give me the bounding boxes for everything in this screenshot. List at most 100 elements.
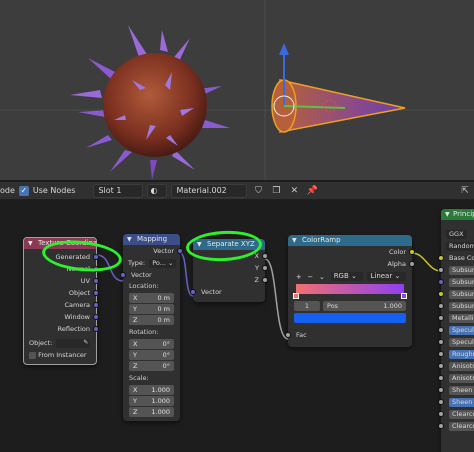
mapping-type-dropdown[interactable]: Po... ⌄ xyxy=(149,259,177,268)
collapse-chevron-icon[interactable]: ▼ xyxy=(292,235,297,246)
principled-node-title[interactable]: ▼ Principl xyxy=(441,209,474,220)
socket-input[interactable] xyxy=(438,279,444,285)
collapse-chevron-icon[interactable]: ▼ xyxy=(127,234,132,245)
unlink-icon[interactable]: ✕ xyxy=(287,184,301,198)
color-ramp-gradient[interactable] xyxy=(293,284,407,299)
object-picker-field[interactable]: ✎ xyxy=(56,337,91,349)
socket-x[interactable] xyxy=(262,253,268,259)
mapping-node-title[interactable]: ▼ Mapping xyxy=(123,234,180,245)
collapse-chevron-icon[interactable]: ▼ xyxy=(28,238,33,249)
eyedropper-icon[interactable]: ✎ xyxy=(83,337,88,349)
socket-input[interactable] xyxy=(438,363,444,369)
socket-input[interactable] xyxy=(438,387,444,393)
socket-window[interactable] xyxy=(93,314,99,320)
location-y-field[interactable]: Y 0 m xyxy=(129,304,174,314)
socket-base-color[interactable] xyxy=(438,255,444,261)
socket-mapping-out[interactable] xyxy=(177,248,183,254)
collapse-chevron-icon[interactable]: ▼ xyxy=(445,209,450,220)
socket-input[interactable] xyxy=(438,411,444,417)
in-label[interactable]: Specula xyxy=(449,338,474,347)
socket-input[interactable] xyxy=(438,399,444,405)
socket-input[interactable] xyxy=(438,327,444,333)
socket-mapping-in[interactable] xyxy=(120,272,126,278)
scale-y-field[interactable]: Y 1.000 xyxy=(129,396,174,406)
in-label[interactable]: Subsurfa xyxy=(449,302,474,311)
socket-z[interactable] xyxy=(262,277,268,283)
in-label[interactable]: Roughne xyxy=(449,350,474,359)
ramp-stop-0[interactable] xyxy=(293,293,299,299)
principled-in: Subsurfa xyxy=(438,276,474,288)
axis-value: 1.000 xyxy=(151,408,170,416)
socket-input[interactable] xyxy=(438,423,444,429)
in-label[interactable]: Sheen xyxy=(449,386,474,395)
in-label[interactable]: Clearcoa xyxy=(449,422,474,431)
socket-input[interactable] xyxy=(438,375,444,381)
axis-value: 0 m xyxy=(157,305,170,313)
in-label[interactable]: Metallic xyxy=(449,314,474,323)
duplicate-icon[interactable]: ❐ xyxy=(269,184,283,198)
location-z-field[interactable]: Z 0 m xyxy=(129,315,174,325)
rotation-z-field[interactable]: Z 0° xyxy=(129,361,174,371)
mapping-node[interactable]: ▼ Mapping Vector Type: Po... ⌄ Vector Lo… xyxy=(120,234,183,421)
in-label[interactable]: Subsurfa xyxy=(449,290,474,299)
socket-input[interactable] xyxy=(438,303,444,309)
stop-pos-field[interactable]: Pos 1.000 xyxy=(323,301,406,311)
in-label[interactable]: Subsurfa xyxy=(449,278,474,287)
stop-index-field[interactable]: 1 xyxy=(294,301,320,311)
rotation-y-field[interactable]: Y 0° xyxy=(129,350,174,360)
cone-object[interactable] xyxy=(271,43,406,133)
in-label[interactable]: Sheen Ti xyxy=(449,398,474,407)
rotation-x-field[interactable]: X 0° xyxy=(129,339,174,349)
socket-camera[interactable] xyxy=(93,302,99,308)
in-label[interactable]: Specula xyxy=(449,326,474,335)
from-instancer-checkbox[interactable] xyxy=(29,351,36,359)
principled-in: Specula xyxy=(438,324,474,336)
pin-icon[interactable]: 📌 xyxy=(305,184,319,198)
socket-uv[interactable] xyxy=(93,278,99,284)
socket-color[interactable] xyxy=(409,249,415,255)
color-mode-dropdown[interactable]: RGB ⌄ xyxy=(330,272,364,281)
ramp-menu-chevron-icon[interactable]: ⌄ xyxy=(317,273,327,281)
scale-x-field[interactable]: X 1.000 xyxy=(129,385,174,395)
socket-input[interactable] xyxy=(438,267,444,273)
in-label[interactable]: Anisotro xyxy=(449,374,474,383)
in-label[interactable]: Clearcoa xyxy=(449,410,474,419)
socket-alpha[interactable] xyxy=(409,261,415,267)
3d-viewport[interactable] xyxy=(0,0,474,180)
principled-bsdf-node[interactable]: ▼ Principl GGX Random Base Color Subsurf… xyxy=(438,209,474,452)
socket-input[interactable] xyxy=(438,339,444,345)
socket-reflection[interactable] xyxy=(93,326,99,332)
distribution-dropdown[interactable]: GGX xyxy=(441,228,474,240)
use-nodes-checkbox[interactable]: ✓ xyxy=(18,185,29,196)
socket-input[interactable] xyxy=(438,315,444,321)
remove-stop-icon[interactable]: − xyxy=(306,273,316,281)
colorramp-node[interactable]: ▼ ColorRamp Color Alpha + − ⌄ RGB ⌄ Line… xyxy=(285,235,415,347)
colorramp-node-title[interactable]: ▼ ColorRamp xyxy=(288,235,412,246)
scale-z-field[interactable]: Z 1.000 xyxy=(129,407,174,417)
node-editor-canvas[interactable]: ▼ Texture Coordinate Generated Normal UV… xyxy=(0,201,474,452)
material-browse-button[interactable]: ◐ xyxy=(147,183,168,198)
socket-y[interactable] xyxy=(262,265,268,271)
principled-in-basecolor: Base Color xyxy=(438,252,474,264)
in-label[interactable]: Anisotro xyxy=(449,362,474,371)
socket-separate-in[interactable] xyxy=(190,289,196,295)
socket-input[interactable] xyxy=(438,351,444,357)
stop-color-swatch[interactable] xyxy=(294,313,406,323)
ramp-stop-1[interactable] xyxy=(401,293,407,299)
interpolation-dropdown[interactable]: Linear ⌄ xyxy=(367,272,406,281)
subsurface-method-dropdown[interactable]: Random xyxy=(441,240,474,252)
viewport-scene xyxy=(0,0,474,180)
location-x-field[interactable]: X 0 m xyxy=(129,293,174,303)
add-stop-icon[interactable]: + xyxy=(294,273,304,281)
socket-fac[interactable] xyxy=(285,332,291,338)
socket-input[interactable] xyxy=(438,291,444,297)
fake-user-shield-icon[interactable]: ⛉ xyxy=(251,184,265,198)
socket-object[interactable] xyxy=(93,290,99,296)
from-instancer-row[interactable]: From Instancer xyxy=(24,349,96,361)
header-right-icon[interactable]: ⇱ xyxy=(458,184,472,198)
material-name-field[interactable]: Material.002 xyxy=(171,183,248,198)
in-label[interactable]: Subsurfa xyxy=(449,266,474,275)
mode-label[interactable]: ode xyxy=(0,186,15,195)
slot-dropdown[interactable]: Slot 1 xyxy=(93,183,144,198)
spiky-sphere[interactable] xyxy=(70,25,230,180)
